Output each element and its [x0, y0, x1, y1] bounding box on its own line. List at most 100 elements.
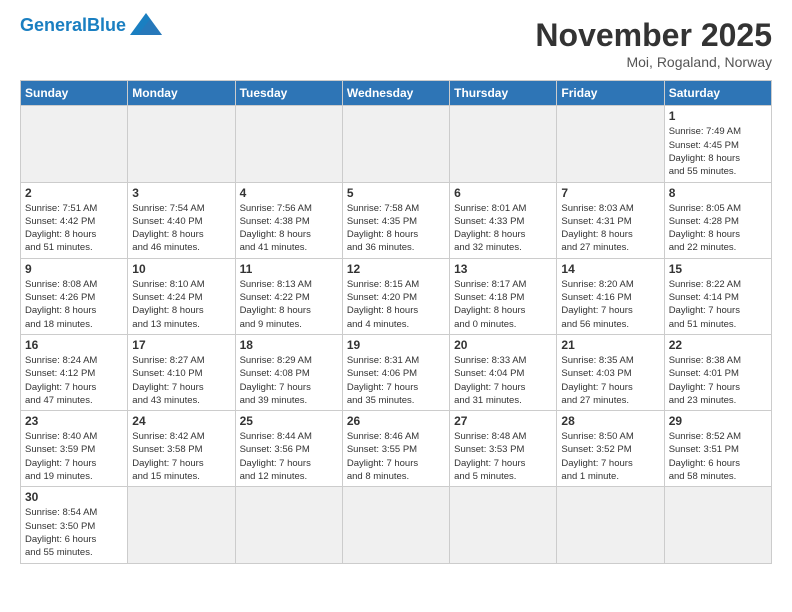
day-info: Sunrise: 8:13 AM Sunset: 4:22 PM Dayligh…: [240, 278, 338, 331]
logo-blue: Blue: [87, 15, 126, 35]
calendar-cell: 7Sunrise: 8:03 AM Sunset: 4:31 PM Daylig…: [557, 182, 664, 258]
day-number: 13: [454, 262, 552, 276]
calendar-week: 23Sunrise: 8:40 AM Sunset: 3:59 PM Dayli…: [21, 411, 772, 487]
calendar-cell: 16 Sunrise: 8:24 AM Sunset: 4:12 PM Dayli…: [21, 334, 128, 410]
calendar-cell: 27Sunrise: 8:48 AM Sunset: 3:53 PM Dayli…: [450, 411, 557, 487]
calendar-cell: 25 Sunrise: 8:44 AM Sunset: 3:56 PM Dayli…: [235, 411, 342, 487]
day-info: Sunrise: 8:27 AM Sunset: 4:10 PM Dayligh…: [132, 354, 230, 407]
weekday-header: Monday: [128, 81, 235, 106]
day-number: 7: [561, 186, 659, 200]
day-info: Sunrise: 8:35 AM Sunset: 4:03 PM Dayligh…: [561, 354, 659, 407]
calendar-cell: 24 Sunrise: 8:42 AM Sunset: 3:58 PM Dayli…: [128, 411, 235, 487]
calendar-week: 16 Sunrise: 8:24 AM Sunset: 4:12 PM Dayli…: [21, 334, 772, 410]
day-info: Sunrise: 8:44 AM Sunset: 3:56 PM Dayligh…: [240, 430, 338, 483]
calendar-cell: 2 Sunrise: 7:51 AM Sunset: 4:42 PM Daylig…: [21, 182, 128, 258]
calendar-cell: 1 Sunrise: 7:49 AM Sunset: 4:45 PM Daylig…: [664, 106, 771, 182]
calendar-cell: [342, 487, 449, 563]
logo-general: General: [20, 15, 87, 35]
calendar-cell: 30 Sunrise: 8:54 AM Sunset: 3:50 PM Dayli…: [21, 487, 128, 563]
day-info: Sunrise: 8:42 AM Sunset: 3:58 PM Dayligh…: [132, 430, 230, 483]
day-number: 3: [132, 186, 230, 200]
weekday-header: Tuesday: [235, 81, 342, 106]
day-number: 5: [347, 186, 445, 200]
day-info: Sunrise: 8:54 AM Sunset: 3:50 PM Dayligh…: [25, 506, 123, 559]
calendar-cell: 5 Sunrise: 7:58 AM Sunset: 4:35 PM Daylig…: [342, 182, 449, 258]
calendar-cell: 10 Sunrise: 8:10 AM Sunset: 4:24 PM Dayli…: [128, 258, 235, 334]
day-info: Sunrise: 8:46 AM Sunset: 3:55 PM Dayligh…: [347, 430, 445, 483]
day-number: 11: [240, 262, 338, 276]
day-number: 24: [132, 414, 230, 428]
calendar-cell: 8 Sunrise: 8:05 AM Sunset: 4:28 PM Daylig…: [664, 182, 771, 258]
day-number: 14: [561, 262, 659, 276]
calendar-cell: [21, 106, 128, 182]
day-number: 28: [561, 414, 659, 428]
day-info: Sunrise: 8:05 AM Sunset: 4:28 PM Dayligh…: [669, 202, 767, 255]
day-number: 12: [347, 262, 445, 276]
calendar: SundayMondayTuesdayWednesdayThursdayFrid…: [20, 80, 772, 563]
calendar-cell: [450, 487, 557, 563]
calendar-cell: [557, 487, 664, 563]
page: GeneralBlue November 2025 Moi, Rogaland,…: [0, 0, 792, 612]
day-number: 25: [240, 414, 338, 428]
day-number: 4: [240, 186, 338, 200]
calendar-cell: 18Sunrise: 8:29 AM Sunset: 4:08 PM Dayli…: [235, 334, 342, 410]
day-number: 9: [25, 262, 123, 276]
day-info: Sunrise: 8:50 AM Sunset: 3:52 PM Dayligh…: [561, 430, 659, 483]
day-number: 29: [669, 414, 767, 428]
day-info: Sunrise: 8:31 AM Sunset: 4:06 PM Dayligh…: [347, 354, 445, 407]
logo: GeneralBlue: [20, 16, 162, 36]
calendar-cell: 19 Sunrise: 8:31 AM Sunset: 4:06 PM Dayli…: [342, 334, 449, 410]
weekday-header: Sunday: [21, 81, 128, 106]
day-number: 8: [669, 186, 767, 200]
header: GeneralBlue November 2025 Moi, Rogaland,…: [20, 16, 772, 70]
calendar-cell: 14 Sunrise: 8:20 AM Sunset: 4:16 PM Dayli…: [557, 258, 664, 334]
day-info: Sunrise: 7:49 AM Sunset: 4:45 PM Dayligh…: [669, 125, 767, 178]
day-info: Sunrise: 8:15 AM Sunset: 4:20 PM Dayligh…: [347, 278, 445, 331]
day-info: Sunrise: 8:20 AM Sunset: 4:16 PM Dayligh…: [561, 278, 659, 331]
day-number: 17: [132, 338, 230, 352]
day-number: 6: [454, 186, 552, 200]
day-number: 1: [669, 109, 767, 123]
weekday-header: Wednesday: [342, 81, 449, 106]
calendar-cell: 3Sunrise: 7:54 AM Sunset: 4:40 PM Daylig…: [128, 182, 235, 258]
month-title: November 2025: [535, 16, 772, 54]
calendar-cell: [450, 106, 557, 182]
calendar-cell: [128, 106, 235, 182]
day-number: 27: [454, 414, 552, 428]
calendar-cell: 26Sunrise: 8:46 AM Sunset: 3:55 PM Dayli…: [342, 411, 449, 487]
calendar-cell: 11 Sunrise: 8:13 AM Sunset: 4:22 PM Dayli…: [235, 258, 342, 334]
calendar-cell: 12 Sunrise: 8:15 AM Sunset: 4:20 PM Dayli…: [342, 258, 449, 334]
calendar-week: 2 Sunrise: 7:51 AM Sunset: 4:42 PM Daylig…: [21, 182, 772, 258]
day-info: Sunrise: 7:56 AM Sunset: 4:38 PM Dayligh…: [240, 202, 338, 255]
calendar-body: 1 Sunrise: 7:49 AM Sunset: 4:45 PM Daylig…: [21, 106, 772, 563]
calendar-cell: 17 Sunrise: 8:27 AM Sunset: 4:10 PM Dayli…: [128, 334, 235, 410]
calendar-cell: 13Sunrise: 8:17 AM Sunset: 4:18 PM Dayli…: [450, 258, 557, 334]
day-number: 30: [25, 490, 123, 504]
day-number: 20: [454, 338, 552, 352]
day-info: Sunrise: 7:51 AM Sunset: 4:42 PM Dayligh…: [25, 202, 123, 255]
day-info: Sunrise: 8:40 AM Sunset: 3:59 PM Dayligh…: [25, 430, 123, 483]
day-info: Sunrise: 8:10 AM Sunset: 4:24 PM Dayligh…: [132, 278, 230, 331]
title-area: November 2025 Moi, Rogaland, Norway: [535, 16, 772, 70]
day-number: 10: [132, 262, 230, 276]
calendar-cell: 21Sunrise: 8:35 AM Sunset: 4:03 PM Dayli…: [557, 334, 664, 410]
calendar-cell: 4 Sunrise: 7:56 AM Sunset: 4:38 PM Daylig…: [235, 182, 342, 258]
calendar-cell: 20 Sunrise: 8:33 AM Sunset: 4:04 PM Dayli…: [450, 334, 557, 410]
calendar-header: SundayMondayTuesdayWednesdayThursdayFrid…: [21, 81, 772, 106]
calendar-cell: 9Sunrise: 8:08 AM Sunset: 4:26 PM Daylig…: [21, 258, 128, 334]
logo-text: GeneralBlue: [20, 16, 126, 36]
calendar-cell: [342, 106, 449, 182]
day-info: Sunrise: 8:52 AM Sunset: 3:51 PM Dayligh…: [669, 430, 767, 483]
day-number: 19: [347, 338, 445, 352]
day-info: Sunrise: 7:58 AM Sunset: 4:35 PM Dayligh…: [347, 202, 445, 255]
weekday-header: Friday: [557, 81, 664, 106]
day-number: 2: [25, 186, 123, 200]
calendar-cell: [664, 487, 771, 563]
calendar-cell: 22Sunrise: 8:38 AM Sunset: 4:01 PM Dayli…: [664, 334, 771, 410]
day-number: 18: [240, 338, 338, 352]
day-info: Sunrise: 8:33 AM Sunset: 4:04 PM Dayligh…: [454, 354, 552, 407]
location: Moi, Rogaland, Norway: [535, 54, 772, 70]
weekday-row: SundayMondayTuesdayWednesdayThursdayFrid…: [21, 81, 772, 106]
day-number: 16: [25, 338, 123, 352]
day-info: Sunrise: 8:24 AM Sunset: 4:12 PM Dayligh…: [25, 354, 123, 407]
